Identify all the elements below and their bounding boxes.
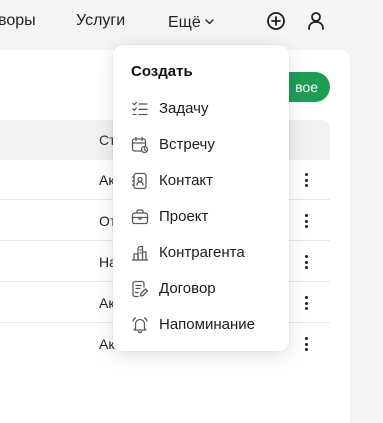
contract-icon <box>131 280 149 298</box>
menu-item-label: Проект <box>159 208 209 225</box>
menu-item-task[interactable]: Задачу <box>113 91 289 127</box>
briefcase-icon <box>131 208 149 226</box>
nav-item-more[interactable]: Ещё <box>168 12 214 32</box>
user-icon[interactable] <box>305 10 327 32</box>
plus-circle-icon[interactable] <box>265 10 287 32</box>
contact-card-icon <box>131 172 149 190</box>
menu-item-project[interactable]: Проект <box>113 199 289 235</box>
menu-item-label: Контрагента <box>159 244 245 261</box>
menu-item-label: Встречу <box>159 136 215 153</box>
task-list-icon <box>131 100 149 118</box>
top-navigation: воры Услуги Ещё <box>0 0 383 46</box>
create-menu-title: Создать <box>131 63 193 80</box>
bell-icon <box>131 316 149 334</box>
nav-item-partial[interactable]: воры <box>0 12 36 30</box>
menu-item-meeting[interactable]: Встречу <box>113 127 289 163</box>
counterparty-icon <box>131 244 149 262</box>
menu-item-label: Напоминание <box>159 316 255 333</box>
more-options-icon[interactable] <box>300 293 312 313</box>
nav-more-label: Ещё <box>168 14 201 31</box>
more-options-icon[interactable] <box>300 211 312 231</box>
nav-item-services[interactable]: Услуги <box>76 12 125 30</box>
menu-item-contact[interactable]: Контакт <box>113 163 289 199</box>
more-options-icon[interactable] <box>300 334 312 354</box>
menu-item-reminder[interactable]: Напоминание <box>113 307 289 343</box>
menu-item-label: Контакт <box>159 172 214 189</box>
create-dropdown-menu: Создать Задачу Встречу Контакт Проект Ко… <box>113 45 289 351</box>
menu-item-counterparty[interactable]: Контрагента <box>113 235 289 271</box>
menu-item-label: Задачу <box>159 100 209 117</box>
menu-item-contract[interactable]: Договор <box>113 271 289 307</box>
more-options-icon[interactable] <box>300 252 312 272</box>
chevron-down-icon <box>205 12 214 30</box>
menu-item-label: Договор <box>159 280 216 297</box>
more-options-icon[interactable] <box>300 170 312 190</box>
calendar-icon <box>131 136 149 154</box>
